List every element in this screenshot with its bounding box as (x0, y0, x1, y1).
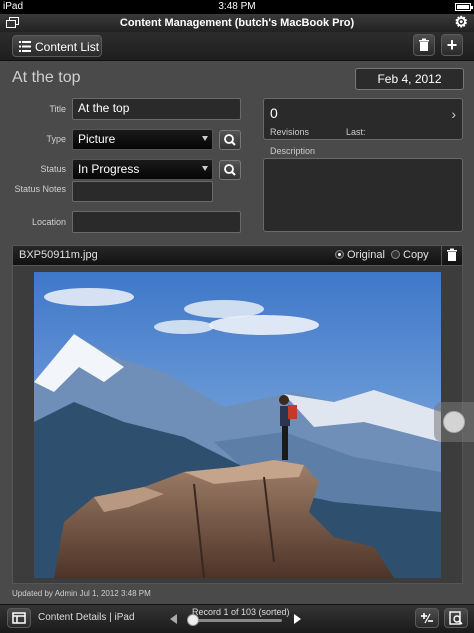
status-search-button[interactable] (219, 160, 241, 180)
content-list-button[interactable]: Content List (12, 35, 102, 57)
delete-image-button[interactable] (441, 246, 462, 265)
new-record-button[interactable] (415, 608, 439, 628)
revisions-label: Revisions (270, 127, 310, 137)
search-icon (224, 164, 236, 176)
copy-label[interactable]: Copy (403, 249, 429, 261)
record-heading: At the top (12, 69, 81, 86)
window-title: Content Management (butch's MacBook Pro) (119, 17, 355, 29)
previous-record-icon[interactable] (170, 614, 177, 624)
layout-button[interactable] (7, 608, 31, 628)
find-button[interactable] (444, 608, 468, 628)
search-icon (224, 134, 236, 146)
hiker-photo[interactable] (34, 272, 441, 578)
description-label: Description (270, 146, 316, 156)
image-header: BXP50911m.jpg Original Copy (12, 245, 463, 265)
chevron-down-icon (202, 136, 208, 141)
location-label: Location (31, 217, 66, 227)
delete-record-button[interactable] (413, 34, 435, 56)
record-status: Record 1 of 103 (sorted) (192, 607, 290, 617)
image-filename: BXP50911m.jpg (19, 249, 98, 261)
circle-icon (443, 411, 465, 433)
type-value: Picture (78, 132, 116, 146)
next-record-icon[interactable] (294, 614, 301, 624)
add-record-button[interactable]: + (441, 34, 463, 56)
last-revision-label: Last: (346, 127, 366, 137)
location-field[interactable] (72, 211, 241, 233)
status-value: In Progress (78, 162, 140, 176)
revisions-panel[interactable]: 0 › Revisions Last: (263, 98, 463, 140)
clock: 3:48 PM (218, 1, 256, 12)
gear-icon[interactable]: ⚙ (455, 15, 468, 30)
copy-radio[interactable] (391, 250, 400, 259)
updated-text: Updated by Admin Jul 1, 2012 3:48 PM (12, 589, 151, 598)
description-field[interactable] (263, 158, 463, 232)
type-search-button[interactable] (219, 130, 241, 150)
content-list-label: Content List (35, 40, 100, 54)
plus-icon: + (446, 35, 458, 55)
status-label: Status (40, 164, 66, 174)
chevron-down-icon (202, 166, 208, 171)
title-label: Title (49, 104, 66, 114)
trash-icon (447, 248, 457, 261)
original-radio[interactable] (335, 250, 344, 259)
original-label[interactable]: Original (347, 249, 385, 261)
title-bar: Content Management (butch's MacBook Pro)… (0, 14, 474, 32)
find-icon (449, 611, 463, 625)
status-select[interactable]: In Progress (72, 159, 213, 180)
title-field[interactable]: At the top (72, 98, 241, 120)
floating-toggle-button[interactable] (434, 402, 474, 442)
revisions-count: 0 (270, 105, 278, 121)
record-slider[interactable] (190, 619, 282, 622)
trash-icon (419, 38, 429, 51)
date-field[interactable]: Feb 4, 2012 (355, 68, 464, 90)
plus-minus-icon (421, 613, 433, 624)
chevron-right-icon: › (451, 106, 456, 122)
status-notes-field[interactable] (72, 181, 213, 202)
type-label: Type (46, 134, 66, 144)
layout-name[interactable]: Content Details | iPad (38, 612, 135, 623)
type-select[interactable]: Picture (72, 129, 213, 150)
record-slider-thumb[interactable] (187, 614, 199, 626)
battery-icon (455, 3, 473, 11)
status-bar: iPad 3:48 PM (0, 0, 474, 14)
layout-icon (12, 612, 26, 624)
list-icon (19, 41, 31, 52)
status-notes-label: Status Notes (14, 184, 66, 194)
